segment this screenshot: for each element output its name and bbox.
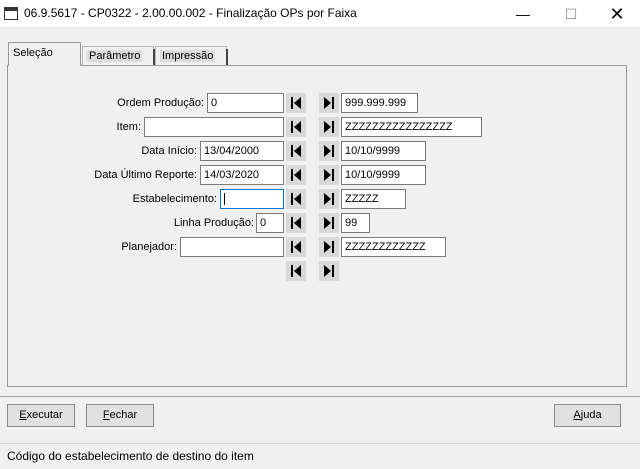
data-ultimo-reporte-to-input[interactable]: 10/10/9999	[341, 165, 426, 185]
skip-last-icon[interactable]	[319, 165, 339, 185]
skip-first-icon[interactable]	[286, 189, 306, 209]
skip-last-icon[interactable]	[319, 237, 339, 257]
skip-first-icon[interactable]	[286, 213, 306, 233]
skip-first-icon[interactable]	[286, 93, 306, 113]
estabelecimento-from-input[interactable]	[220, 189, 284, 209]
item-label: Item:	[116, 121, 141, 133]
skip-last-icon[interactable]	[319, 261, 339, 281]
skip-last-icon[interactable]	[319, 141, 339, 161]
data-ultimo-reporte-from-input[interactable]: 14/03/2020	[200, 165, 284, 185]
ordem-producao-from-input[interactable]: 0	[207, 93, 284, 113]
ordem-producao-label: Ordem Produção:	[117, 97, 204, 109]
linha-producao-from-input[interactable]: 0	[256, 213, 284, 233]
text-caret	[224, 193, 225, 205]
data-inicio-to-input[interactable]: 10/10/9999	[341, 141, 426, 161]
skip-last-icon[interactable]	[319, 213, 339, 233]
skip-last-icon[interactable]	[319, 189, 339, 209]
skip-first-icon[interactable]	[286, 261, 306, 281]
linha-producao-to-input[interactable]: 99	[341, 213, 370, 233]
skip-first-icon[interactable]	[286, 165, 306, 185]
skip-last-icon[interactable]	[319, 117, 339, 137]
ordem-producao-to-input[interactable]: 999.999.999	[341, 93, 418, 113]
planejador-label: Planejador:	[121, 241, 177, 253]
skip-first-icon[interactable]	[286, 117, 306, 137]
data-inicio-from-input[interactable]: 13/04/2000	[200, 141, 284, 161]
skip-last-icon[interactable]	[319, 93, 339, 113]
data-inicio-label: Data Início:	[141, 145, 197, 157]
estabelecimento-label: Estabelecimento:	[132, 193, 217, 205]
linha-producao-label: Linha Produção:	[173, 217, 254, 229]
planejador-to-input[interactable]: ZZZZZZZZZZZZ	[341, 237, 446, 257]
estabelecimento-to-input[interactable]: ZZZZZ	[341, 189, 406, 209]
item-to-input[interactable]: ZZZZZZZZZZZZZZZZ	[341, 117, 482, 137]
skip-first-icon[interactable]	[286, 237, 306, 257]
skip-first-icon[interactable]	[286, 141, 306, 161]
planejador-from-input[interactable]	[180, 237, 284, 257]
data-ultimo-reporte-label: Data Último Reporte:	[94, 169, 197, 181]
item-from-input[interactable]	[144, 117, 284, 137]
